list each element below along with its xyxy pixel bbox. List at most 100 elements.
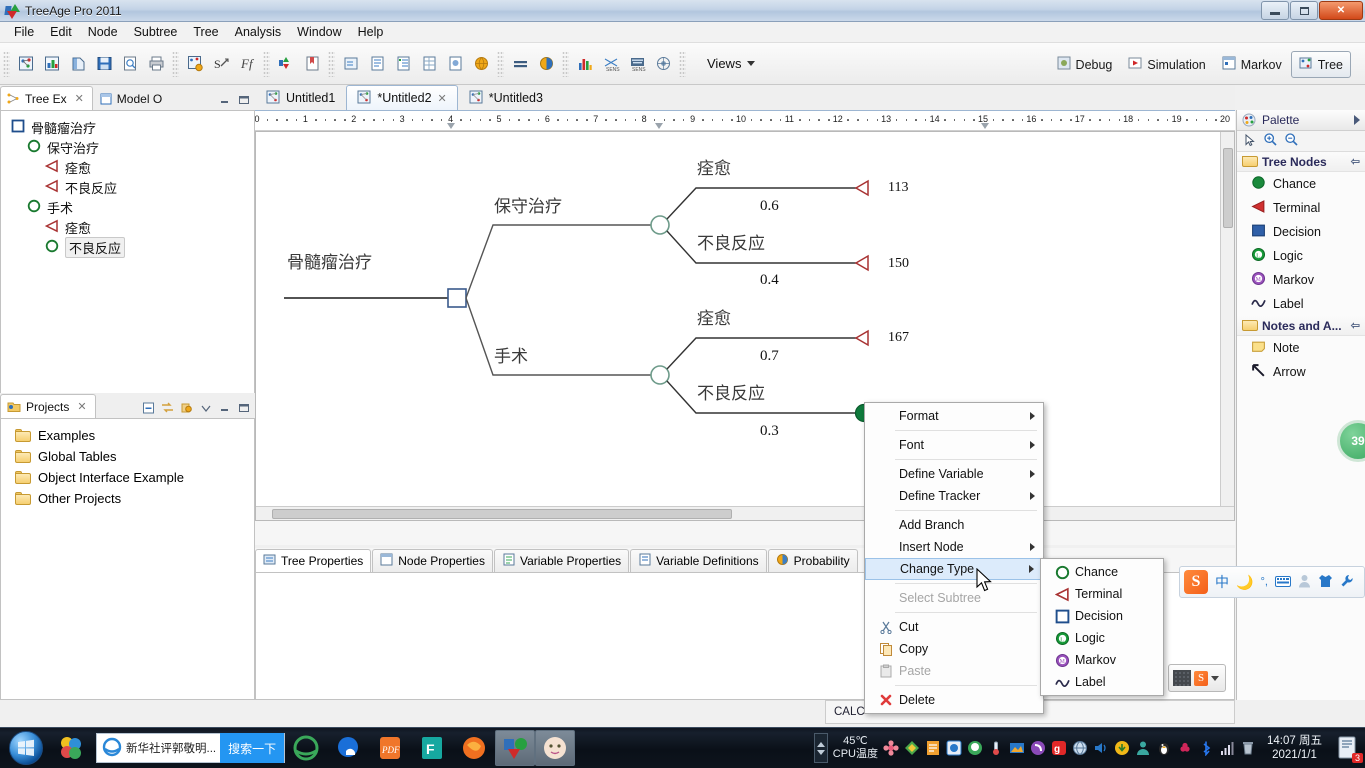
context-menu-item-define-tracker[interactable]: Define Tracker bbox=[865, 485, 1043, 507]
tray-icon-recycle[interactable] bbox=[1240, 740, 1256, 756]
user-icon[interactable] bbox=[1298, 574, 1311, 591]
taskbar-app-360[interactable] bbox=[50, 729, 92, 767]
close-icon[interactable]: ✕ bbox=[438, 92, 447, 105]
zoom-in-tool-icon[interactable] bbox=[1263, 132, 1278, 150]
pie-chart-icon[interactable] bbox=[534, 52, 558, 76]
calculate-icon[interactable]: S bbox=[209, 52, 233, 76]
submenu-item-markov[interactable]: M Markov bbox=[1041, 649, 1163, 671]
network-icon[interactable] bbox=[651, 52, 675, 76]
search-input-text[interactable]: 新华社评郭敬明... bbox=[122, 740, 220, 756]
print-icon[interactable] bbox=[144, 52, 168, 76]
report-icon[interactable] bbox=[365, 52, 389, 76]
menu-item-help[interactable]: Help bbox=[350, 23, 392, 41]
palette-group-header[interactable]: Notes and A... ⇦ bbox=[1237, 316, 1365, 336]
toolbar-grip-3[interactable] bbox=[263, 50, 270, 77]
taskbar-app-avatar[interactable] bbox=[535, 730, 576, 766]
properties-tab[interactable]: Probability bbox=[767, 549, 858, 572]
menu-item-edit[interactable]: Edit bbox=[42, 23, 80, 41]
palette-item-chance[interactable]: Chance bbox=[1237, 172, 1365, 196]
project-folder-item[interactable]: Other Projects bbox=[1, 488, 254, 509]
tray-icon-red-g[interactable]: g bbox=[1051, 740, 1067, 756]
chevron-right-icon[interactable] bbox=[1354, 115, 1360, 125]
perspective-markov[interactable]: Markov bbox=[1215, 52, 1289, 77]
tree-node-item[interactable]: 不良反应 bbox=[11, 236, 254, 258]
tree-node-item[interactable]: 不良反应 bbox=[11, 177, 254, 197]
chevron-down-icon[interactable] bbox=[1211, 675, 1219, 681]
tree-node-item[interactable]: 保守治疗 bbox=[11, 137, 254, 157]
tools-icon[interactable] bbox=[1340, 574, 1354, 591]
tray-icon-blue-app[interactable] bbox=[946, 740, 962, 756]
properties-tab[interactable]: Variable Properties bbox=[493, 549, 630, 572]
context-menu-item-insert-node[interactable]: Insert Node bbox=[865, 536, 1043, 558]
ruler-marker[interactable] bbox=[655, 123, 663, 129]
minimize-button[interactable] bbox=[1261, 1, 1289, 20]
tray-icon-purple-app[interactable] bbox=[1030, 740, 1046, 756]
menu-item-node[interactable]: Node bbox=[80, 23, 126, 41]
taskbar-app-foxit[interactable]: F bbox=[411, 729, 453, 767]
attachment-icon[interactable] bbox=[443, 52, 467, 76]
palette-item-note[interactable]: Note bbox=[1237, 336, 1365, 360]
context-menu-item-delete[interactable]: Delete bbox=[865, 689, 1043, 711]
submenu-item-decision[interactable]: Decision bbox=[1041, 605, 1163, 627]
taskbar-app-pdf[interactable]: PDF bbox=[369, 729, 411, 767]
context-menu-item-change-type[interactable]: Change Type bbox=[865, 558, 1043, 580]
context-menu-item-copy[interactable]: Copy bbox=[865, 638, 1043, 660]
submenu-item-logic[interactable]: L Logic bbox=[1041, 627, 1163, 649]
select-tool-icon[interactable] bbox=[1243, 133, 1257, 150]
zoom-out-tool-icon[interactable] bbox=[1284, 132, 1299, 150]
menu-item-tree[interactable]: Tree bbox=[185, 23, 226, 41]
palette-item-logic[interactable]: L Logic bbox=[1237, 244, 1365, 268]
perspective-debug[interactable]: Debug bbox=[1050, 52, 1120, 77]
tray-icon-volume[interactable] bbox=[1093, 740, 1109, 756]
minimize-panel-icon[interactable] bbox=[217, 93, 232, 107]
taskbar-clock[interactable]: 14:07 周五 2021/1/1 bbox=[1261, 734, 1328, 762]
canvas-horizontal-scrollbar[interactable] bbox=[256, 506, 1234, 520]
tree-node-item[interactable]: 骨髓瘤治疗 bbox=[11, 117, 254, 137]
perspective-tree[interactable]: Tree bbox=[1290, 51, 1351, 78]
tree-canvas[interactable]: 骨髓瘤治疗 保守治疗 手术 痊愈 不良反应 痊愈 不良反应 0.6 0.4 0.… bbox=[255, 131, 1235, 521]
collapse-icon[interactable]: ⇦ bbox=[1351, 319, 1360, 332]
tray-icon-bluetooth[interactable] bbox=[1198, 740, 1214, 757]
equals-icon[interactable] bbox=[508, 52, 532, 76]
tree-node-item[interactable]: 手术 bbox=[11, 197, 254, 217]
tray-icon-person-green[interactable] bbox=[1135, 740, 1151, 756]
tray-icon-qq[interactable] bbox=[967, 740, 983, 756]
skin-icon[interactable] bbox=[1318, 574, 1333, 591]
moon-icon[interactable]: 🌙 bbox=[1236, 574, 1253, 591]
context-menu-item-cut[interactable]: Cut bbox=[865, 616, 1043, 638]
views-dropdown[interactable]: Views bbox=[699, 53, 763, 74]
project-folder-item[interactable]: Global Tables bbox=[1, 446, 254, 467]
tab-projects[interactable]: Projects ✕ bbox=[0, 394, 96, 418]
project-folder-item[interactable]: Examples bbox=[1, 425, 254, 446]
editor-tab[interactable]: *Untitled3 bbox=[458, 85, 554, 110]
submenu-item-terminal[interactable]: Terminal bbox=[1041, 583, 1163, 605]
collapse-all-icon[interactable] bbox=[141, 401, 156, 415]
start-button[interactable] bbox=[2, 729, 50, 767]
menu-item-subtree[interactable]: Subtree bbox=[126, 23, 186, 41]
editor-tab[interactable]: Untitled1 bbox=[255, 85, 346, 110]
tray-icon-download[interactable] bbox=[1114, 740, 1130, 756]
context-menu-item-font[interactable]: Font bbox=[865, 434, 1043, 456]
tab-model-outline[interactable]: Model O bbox=[93, 86, 171, 110]
panel-menu-icon[interactable] bbox=[198, 401, 213, 415]
punctuation-icon[interactable]: °, bbox=[1260, 576, 1267, 588]
menu-item-window[interactable]: Window bbox=[289, 23, 349, 41]
taskbar-app-firefox[interactable] bbox=[453, 729, 495, 767]
menu-item-analysis[interactable]: Analysis bbox=[227, 23, 290, 41]
project-folder-item[interactable]: Object Interface Example bbox=[1, 467, 254, 488]
tray-icon-network-globe[interactable] bbox=[1072, 740, 1088, 756]
palette-item-terminal[interactable]: Terminal bbox=[1237, 196, 1365, 220]
keyboard-icon[interactable] bbox=[1274, 574, 1291, 590]
tray-icon-signal[interactable] bbox=[1219, 740, 1235, 756]
link-editor-icon[interactable] bbox=[160, 401, 175, 415]
globe-icon[interactable] bbox=[469, 52, 493, 76]
numeric-keypad-widget[interactable]: S bbox=[1168, 664, 1226, 692]
tray-expand-button[interactable] bbox=[813, 733, 828, 763]
sogou-logo-icon[interactable]: S bbox=[1184, 570, 1208, 594]
palette-item-label[interactable]: Label bbox=[1237, 292, 1365, 316]
maximize-panel-icon[interactable] bbox=[236, 401, 251, 415]
context-menu-item-add-branch[interactable]: Add Branch bbox=[865, 514, 1043, 536]
tray-icon-pink-flower[interactable] bbox=[883, 740, 899, 756]
ruler-marker[interactable] bbox=[981, 123, 989, 129]
tray-icon-raspberry[interactable] bbox=[1177, 740, 1193, 756]
